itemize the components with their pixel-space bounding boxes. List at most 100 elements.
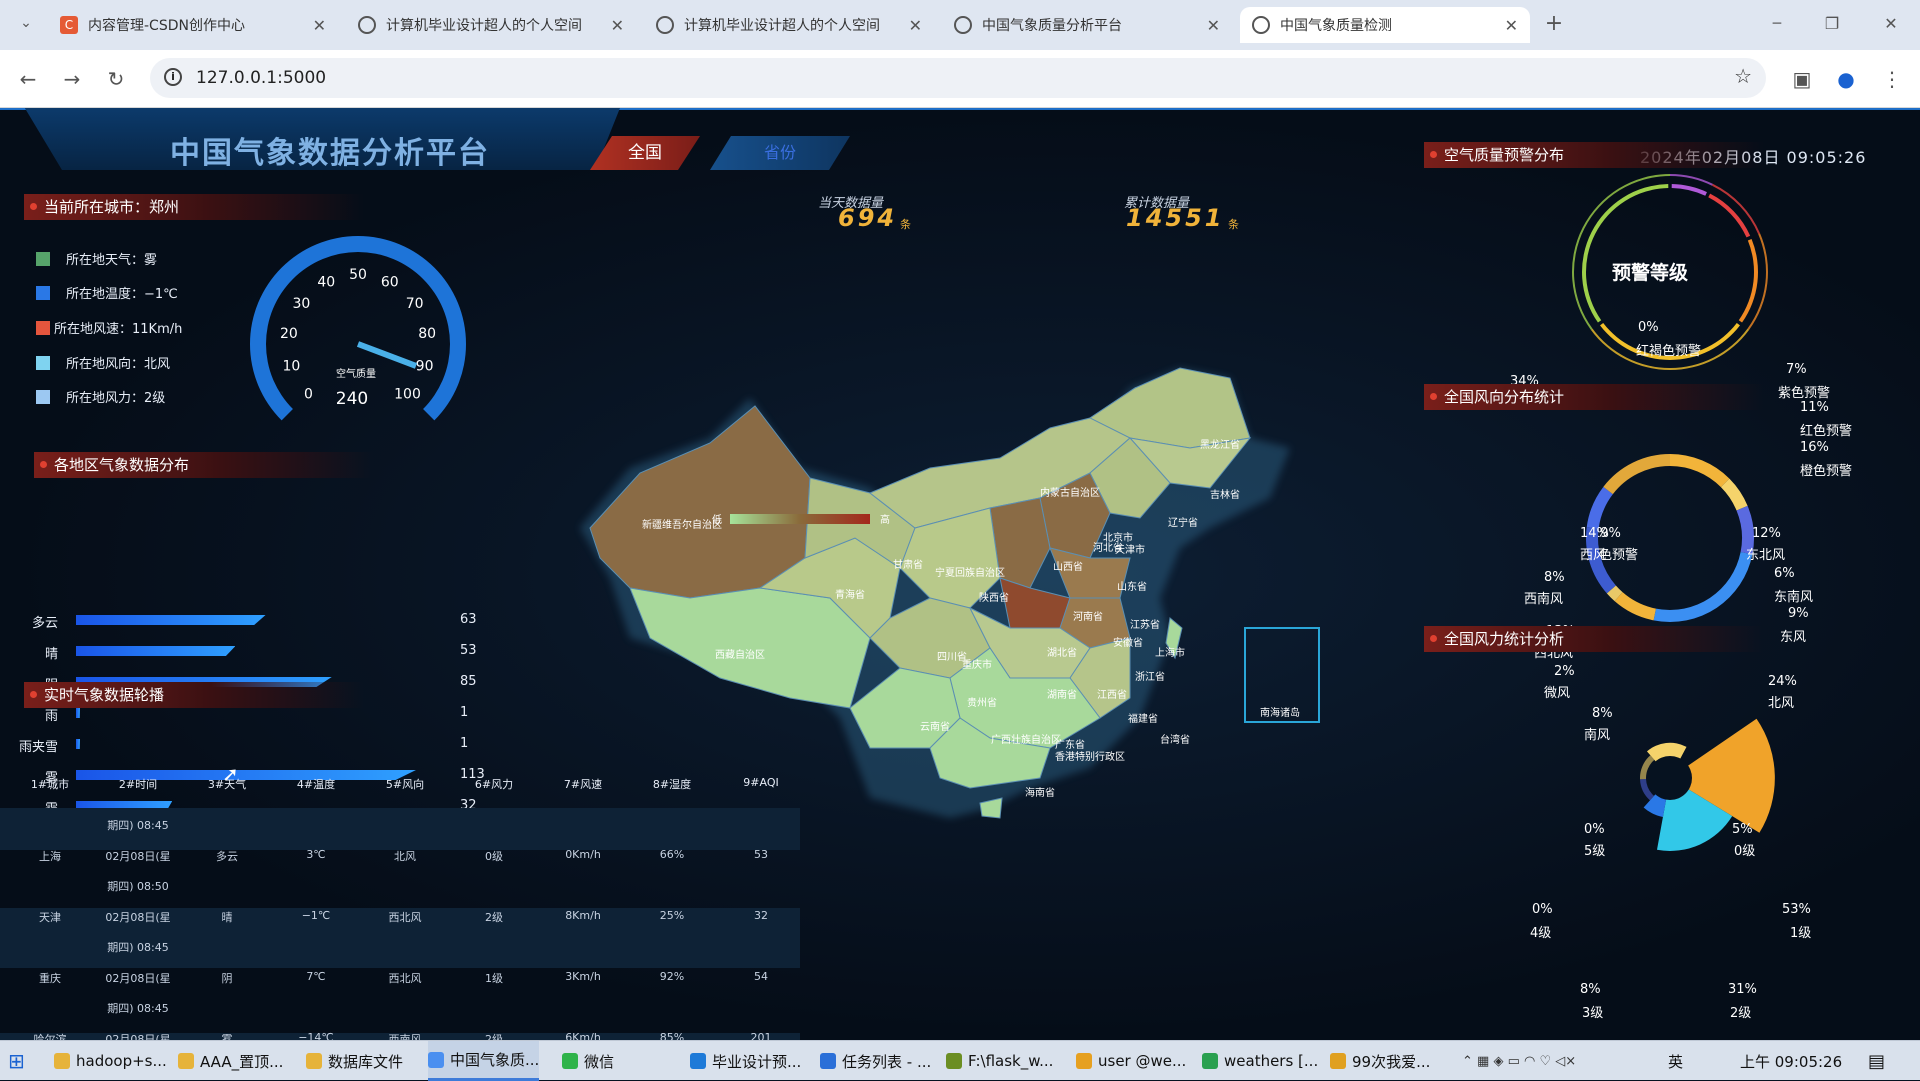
legend-swatch <box>36 356 50 370</box>
table-header[interactable]: 5#风向 <box>360 776 450 792</box>
province-button[interactable]: 省份 <box>710 136 850 170</box>
donut-slice[interactable] <box>1615 592 1656 620</box>
slice-name-label: 东南风 <box>1774 586 1813 605</box>
app-label: 微信 <box>584 1051 614 1072</box>
table-cell: 西北风 <box>360 909 450 925</box>
donut-slice[interactable] <box>1654 552 1753 622</box>
tab-search-icon[interactable]: ⌄ <box>12 9 40 37</box>
bar-value-label: 63 <box>460 612 477 627</box>
slice-name-label: 5级 <box>1584 840 1605 859</box>
slice-pct-label: 8% <box>1544 570 1565 585</box>
tab-title: 中国气象质量检测 <box>1280 15 1497 35</box>
taskbar-app-button[interactable]: 数据库文件 <box>306 1041 403 1081</box>
close-tab-icon[interactable]: ✕ <box>909 16 922 35</box>
donut-slice[interactable] <box>1603 454 1670 494</box>
taskbar-app-button[interactable]: user @we... <box>1076 1041 1186 1081</box>
ring-slice[interactable] <box>1582 184 1668 323</box>
slice-pct-label: 7% <box>1786 362 1807 377</box>
table-header[interactable]: 6#风力 <box>449 776 539 792</box>
app-icon <box>306 1053 322 1069</box>
legend-label: 所在地风力：2级 <box>66 387 165 406</box>
slice-name-label: 2级 <box>1730 1002 1751 1021</box>
donut-slice[interactable] <box>1721 479 1748 511</box>
app-label: user @we... <box>1098 1052 1186 1070</box>
close-tab-icon[interactable]: ✕ <box>611 16 624 35</box>
app-label: 任务列表 - ... <box>842 1051 931 1072</box>
weather-legend-item: 所在地天气：雾 <box>36 249 157 268</box>
table-cell: 阴 <box>182 970 272 986</box>
maximize-button[interactable]: ❐ <box>1818 10 1846 38</box>
province-label: 山西省 <box>1053 560 1083 573</box>
table-cell: 02月08日(星 <box>93 970 183 986</box>
side-panel-icon[interactable]: ▣ <box>1788 65 1816 93</box>
minimize-button[interactable]: ─ <box>1763 10 1791 38</box>
table-cell: 天津 <box>5 909 95 925</box>
today-count-unit: 条 <box>900 216 911 232</box>
ime-indicator[interactable]: 英 <box>1668 1041 1683 1081</box>
ring-slice[interactable] <box>1708 194 1750 238</box>
donut-slice[interactable] <box>1587 487 1613 529</box>
url-input[interactable]: i 127.0.0.1:5000 ☆ <box>150 58 1766 98</box>
tab-csdn-space-1[interactable]: 计算机毕业设计超人的个人空间 ✕ <box>346 7 636 43</box>
tab-csdn-space-2[interactable]: 计算机毕业设计超人的个人空间 ✕ <box>644 7 934 43</box>
taskbar-app-button[interactable]: F:\flask_w... <box>946 1041 1053 1081</box>
taskbar-app-button[interactable]: 微信 <box>562 1041 614 1081</box>
slice-name-label: 0级 <box>1734 840 1755 859</box>
close-tab-icon[interactable]: ✕ <box>313 16 326 35</box>
taskbar-app-button[interactable]: 任务列表 - ... <box>820 1041 931 1081</box>
system-tray-icons[interactable]: ⌃ ▦ ◈ ▭ ◠ ♡ ◁× <box>1462 1041 1576 1081</box>
bar-category-label: 雨夹雪 <box>0 736 58 755</box>
taskbar-app-button[interactable]: AAA_置顶... <box>178 1041 283 1081</box>
ring-slice[interactable] <box>1672 184 1707 196</box>
table-header[interactable]: 4#温度 <box>271 776 361 792</box>
profile-avatar-icon[interactable]: ● <box>1832 65 1860 93</box>
menu-kebab-icon[interactable]: ⋮ <box>1878 65 1906 93</box>
app-label: 99次我爱... <box>1352 1051 1430 1072</box>
tab-weather-quality-active[interactable]: 中国气象质量检测 ✕ <box>1240 7 1530 43</box>
legend-label: 所在地风速：11Km/h <box>54 318 182 337</box>
app-label: weathers [... <box>1224 1052 1318 1070</box>
taskbar-app-button[interactable]: 99次我爱... <box>1330 1041 1430 1081</box>
windows-start-icon[interactable]: ⊞ <box>8 1041 38 1081</box>
close-tab-icon[interactable]: ✕ <box>1207 16 1220 35</box>
bar-row: 多云63 <box>0 610 520 630</box>
reload-icon[interactable]: ↻ <box>102 65 130 93</box>
table-header[interactable]: 2#时间 <box>93 776 183 792</box>
wind-force-rose-chart <box>1570 668 1810 888</box>
taskbar-clock[interactable]: 上午 09:05:26 <box>1740 1041 1842 1081</box>
province-label: 辽宁省 <box>1168 516 1198 529</box>
bar <box>76 739 80 749</box>
xinjiang-region[interactable] <box>590 406 810 598</box>
back-arrow-icon[interactable]: ← <box>14 65 42 93</box>
close-tab-icon[interactable]: ✕ <box>1505 16 1518 35</box>
table-cell: 02月08日(星 <box>93 909 183 925</box>
slice-name-label: 东风 <box>1780 626 1806 645</box>
table-header[interactable]: 1#城市 <box>5 776 95 792</box>
taskbar-app-button[interactable]: 毕业设计预... <box>690 1041 801 1081</box>
taskbar-app-button[interactable]: weathers [... <box>1202 1041 1318 1081</box>
new-tab-button[interactable]: + <box>1540 10 1568 38</box>
province-label: 内蒙古自治区 <box>1040 486 1100 499</box>
legend-label: 所在地温度：−1℃ <box>66 283 178 302</box>
table-cell: 重庆 <box>5 970 95 986</box>
tab-csdn[interactable]: C 内容管理-CSDN创作中心 ✕ <box>48 7 338 43</box>
taskbar-app-button[interactable]: hadoop+s... <box>54 1041 167 1081</box>
notification-icon[interactable]: ▤ <box>1868 1041 1885 1081</box>
bookmark-star-icon[interactable]: ☆ <box>1734 64 1752 88</box>
close-window-button[interactable]: ✕ <box>1877 10 1905 38</box>
gauge-tick-label: 80 <box>418 326 436 342</box>
province-label: 海南省 <box>1025 786 1055 799</box>
donut-slice[interactable] <box>1670 454 1729 487</box>
app-label: 数据库文件 <box>328 1051 403 1072</box>
taskbar-app-button[interactable]: 中国气象质... <box>428 1041 539 1081</box>
province-label: 黑龙江省 <box>1200 438 1240 451</box>
app-icon <box>178 1053 194 1069</box>
tab-weather-platform[interactable]: 中国气象质量分析平台 ✕ <box>942 7 1232 43</box>
province-label: 江西省 <box>1097 688 1127 701</box>
province-label: 香港特别行政区 <box>1055 750 1125 763</box>
slice-pct-label: 8% <box>1580 982 1601 997</box>
globe-icon <box>358 16 376 34</box>
forward-arrow-icon[interactable]: → <box>58 65 86 93</box>
ring-slice[interactable] <box>1739 239 1758 323</box>
site-info-icon[interactable]: i <box>164 68 182 86</box>
